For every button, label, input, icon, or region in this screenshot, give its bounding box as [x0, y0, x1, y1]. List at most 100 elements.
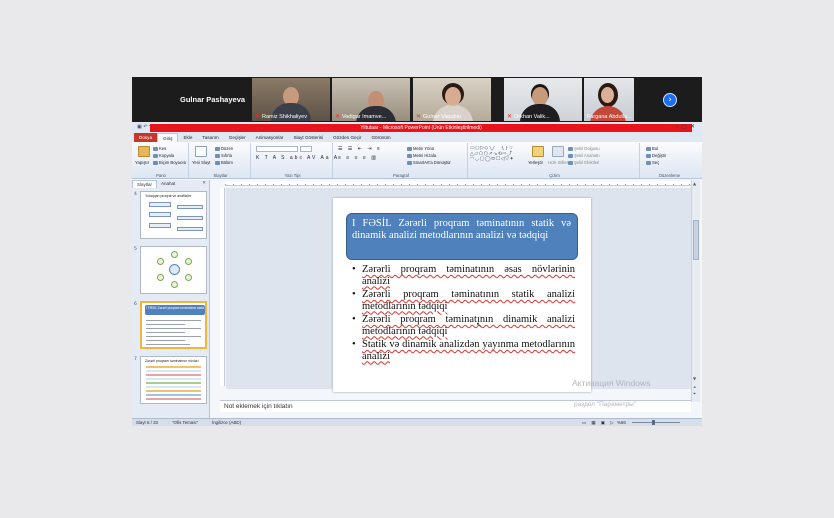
tab-file[interactable]: Dosya [134, 133, 158, 142]
scissors-icon [153, 146, 158, 151]
participant-tile[interactable]: ✕ Gulnar Vaqublu [413, 78, 491, 121]
thumbnail-title: Yoluqqan proqrat ve anaflizler [145, 194, 192, 198]
align-text-button[interactable]: Metni Hizala [407, 153, 436, 158]
language[interactable]: İngilizce (ABD) [212, 420, 241, 425]
participant-tile[interactable]: Fargana Abdulla... [584, 78, 634, 121]
tab-design[interactable]: Tasarım [197, 133, 223, 142]
window-title: Yiltutaar - Microsoft PowerPoint (Ürün E… [150, 124, 692, 132]
tab-review[interactable]: Gözden Geçir [328, 133, 366, 142]
window-controls[interactable]: –▢✕ [675, 123, 698, 130]
bullet-item: Zərərli proqram təminatının əsas növləri… [352, 264, 575, 287]
zoom-level[interactable]: %66 [617, 420, 626, 425]
previous-slide-icon[interactable]: ⏶ [693, 384, 696, 389]
clipboard-group: Yapıştır Kes Kopyala Biçim Boyacısı Pano [134, 143, 189, 178]
vertical-ruler [220, 188, 225, 386]
align-buttons[interactable]: ≡ ≡ ≡ ≡ ▥ [338, 155, 378, 161]
shape-outline-button[interactable]: Şekil Anahattı [568, 153, 600, 158]
host-name: Gulnar Pashayeva [180, 95, 246, 104]
current-slide[interactable]: I FƏSİL Zərərli proqram təminatının stat… [333, 198, 591, 392]
arrange-button[interactable]: Yerleştir [528, 160, 543, 165]
ribbon: Yapıştır Kes Kopyala Biçim Boyacısı Pano… [132, 142, 702, 179]
find-button[interactable]: Bul [646, 146, 658, 151]
slide-bullet-list[interactable]: Zərərli proqram təminatının əsas növləri… [352, 264, 575, 364]
participant-name: ✕ Gulnar Vaqublu [416, 113, 461, 121]
participant-tile[interactable]: ✕ Vadigar Imamve... [332, 78, 410, 121]
cut-button[interactable]: Kes [153, 146, 166, 151]
text-direction-icon [407, 146, 412, 151]
participant-tile[interactable]: ✕ Orkhan Valik... [504, 78, 582, 121]
group-label: Paragraf [392, 173, 410, 178]
slide-thumbnail[interactable]: Zərərli proqram təminatının növləri [140, 356, 207, 404]
smartart-button[interactable]: SmartArt'a Dönüştür [407, 160, 451, 165]
zoom-slider-handle[interactable] [652, 420, 655, 425]
quick-styles-button[interactable]: Hızlı Stiller [548, 160, 568, 165]
new-slide-button[interactable]: Yeni Slayt [192, 160, 210, 165]
section-icon [215, 160, 220, 165]
zoom-slider[interactable] [632, 422, 680, 423]
slides-panel: Slaytlar Anahat ✕ 4 Yoluqqan proqrat ve … [132, 180, 210, 418]
slide-thumbnail-selected[interactable]: I FƏSİL Zərərli proqram təminatının stat… [140, 301, 207, 349]
fill-icon [568, 146, 573, 151]
screen: Gulnar Pashayeva ✕ Ramiz Shikhaliyev ✕ Vad… [132, 77, 702, 426]
scroll-up-icon[interactable]: ▲ [693, 181, 696, 186]
participant-tile[interactable]: ✕ Ramiz Shikhaliyev [252, 78, 330, 121]
slide-thumbnail[interactable]: Yoluqqan proqrat ve anaflizler [140, 191, 207, 239]
tab-slideshow[interactable]: Slayt Gösterisi [288, 133, 328, 142]
format-painter-button[interactable]: Biçim Boyacısı [153, 160, 186, 165]
copy-button[interactable]: Kopyala [153, 153, 174, 158]
tab-view[interactable]: Görünüm [366, 133, 395, 142]
horizontal-ruler [225, 181, 691, 186]
view-buttons[interactable]: ▭ ▦ ▣ ▷ [582, 420, 615, 426]
close-icon[interactable]: ✕ [202, 180, 209, 188]
brush-icon [153, 160, 158, 165]
quick-styles-icon [552, 146, 564, 157]
tab-home[interactable]: Giriş [157, 133, 179, 142]
tab-outline[interactable]: Anahat [157, 180, 179, 188]
reset-button[interactable]: Sıfırla [215, 153, 232, 158]
tab-animations[interactable]: Animasyonlar [251, 133, 289, 142]
shape-effects-button[interactable]: Şekil Efektleri [568, 160, 599, 165]
slides-panel-tabs: Slaytlar Anahat ✕ [132, 180, 209, 188]
font-format-buttons[interactable]: K T A S abc AV Aa A [256, 155, 339, 161]
tab-transitions[interactable]: Geçişler [224, 133, 251, 142]
paste-button[interactable]: Yapıştır [135, 160, 149, 165]
slide-title[interactable]: I FƏSİL Zərərli proqram təminatının stat… [346, 213, 578, 260]
zoom-participant-strip: Gulnar Pashayeva ✕ Ramiz Shikhaliyev ✕ Vad… [132, 77, 702, 122]
new-slide-icon [195, 146, 207, 157]
slide-number: 4 [134, 192, 137, 197]
chevron-right-icon[interactable]: › [663, 93, 677, 107]
font-group: K T A S abc AV Aa A Yazı Tipi [253, 143, 337, 178]
shapes-gallery[interactable]: ▭○▷◇╲╱⌒{}☆ △▱⬠⬡↗↘⟲⇨⤴ ◠◡▢◯⬭☐◁▽✦ [470, 146, 528, 168]
thumbnail-title: Zərərli proqram təminatının növləri [145, 359, 199, 363]
list-buttons[interactable]: ☰ ☰ ⇤ ⇥ ≡ [338, 146, 382, 152]
text-direction-button[interactable]: Metin Yönü [407, 146, 434, 151]
tab-slides[interactable]: Slaytlar [132, 180, 158, 188]
font-size-dropdown[interactable] [300, 146, 312, 152]
editing-group: Bul Değiştir Seç Düzenleme [642, 143, 697, 178]
theme-name: "Ofis Teması" [172, 420, 199, 425]
reset-icon [215, 153, 220, 158]
ribbon-tabs: Dosya Giriş Ekle Tasarım Geçişler Animas… [132, 133, 702, 142]
group-label: Slaytlar [213, 173, 228, 178]
shape-fill-button[interactable]: Şekil Dolgusu [568, 146, 600, 151]
scrollbar-thumb[interactable] [693, 220, 699, 260]
layout-button[interactable]: Düzen [215, 146, 233, 151]
slide-thumbnail[interactable] [140, 246, 207, 294]
scroll-down-icon[interactable]: ▼ [693, 376, 696, 381]
mouse-cursor-icon: ↖ [476, 321, 482, 329]
next-slide-icon[interactable]: ⏷ [693, 391, 696, 396]
thumbnail-title: I FƏSİL Zərərli proqram təminatının stat… [146, 306, 204, 310]
font-name-dropdown[interactable] [256, 146, 298, 152]
slide-number: 6 [134, 302, 137, 307]
slide-count: Slayt 6 / 33 [136, 420, 158, 425]
vertical-scrollbar[interactable]: ▲ ▼ ⏶ ⏷ [691, 180, 700, 402]
replace-button[interactable]: Değiştir [646, 153, 666, 158]
mic-muted-icon: ✕ [416, 114, 422, 120]
section-button[interactable]: Bölüm [215, 160, 233, 165]
status-bar: Slayt 6 / 33 "Ofis Teması" İngilizce (AB… [132, 418, 702, 426]
mic-muted-icon: ✕ [335, 114, 341, 120]
tab-insert[interactable]: Ekle [178, 133, 197, 142]
align-text-icon [407, 153, 412, 158]
select-button[interactable]: Seç [646, 160, 659, 165]
windows-activation-watermark: Активация Windows [572, 378, 651, 388]
